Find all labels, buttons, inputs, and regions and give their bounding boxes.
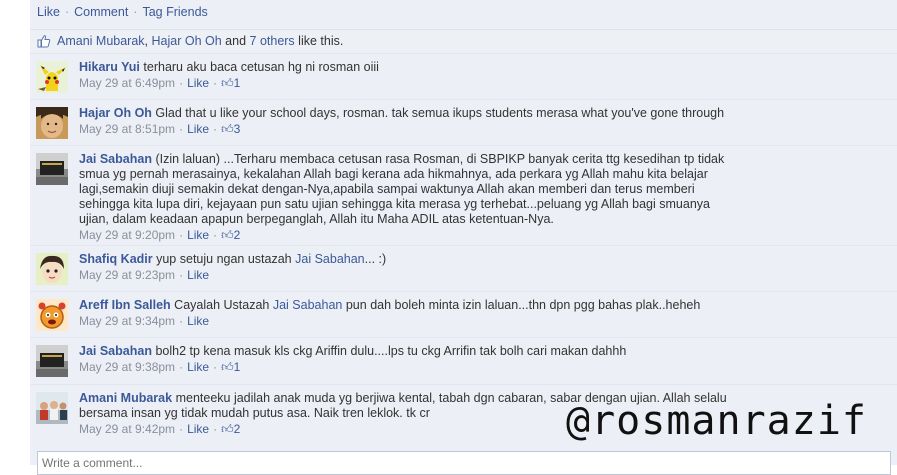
comment-like-count[interactable]: 👍︎1 (221, 360, 240, 374)
avatar[interactable] (36, 253, 68, 285)
comment-item: Jai Sabahan bolh2 tp kena masuk kls ckg … (30, 337, 897, 385)
comment-author[interactable]: Jai Sabahan (79, 344, 152, 358)
comment-author[interactable]: Hikaru Yui (79, 60, 140, 74)
comment-meta: May 29 at 9:38pm · Like · 👍︎1 (79, 360, 241, 374)
comment-like-link[interactable]: Like (187, 268, 209, 282)
comment-item: Shafiq Kadir yup setuju ngan ustazah Jai… (30, 245, 897, 292)
comment-item: Hikaru Yui terharu aku baca cetusan hg n… (30, 53, 897, 100)
comments-panel: Like · Comment · Tag Friends Amani Mubarak, … (30, 0, 897, 475)
avatar[interactable] (36, 61, 68, 93)
comment-item: Areff Ibn Salleh Cayalah Ustazah Jai Sab… (30, 291, 897, 338)
comment-timestamp: May 29 at 9:38pm (79, 360, 176, 374)
liker-link[interactable]: Amani Mubarak (57, 34, 145, 48)
avatar[interactable] (36, 107, 68, 139)
like-count: 2 (233, 422, 241, 436)
comment-text: ... :) (364, 252, 387, 266)
comment-like-link[interactable]: Like (187, 228, 209, 242)
like-count: 1 (233, 360, 241, 374)
like-count-icon: 👍︎ (221, 360, 234, 374)
like-count: 3 (233, 122, 241, 136)
like-link[interactable]: Like (37, 5, 60, 19)
comma: , (144, 34, 149, 48)
likes-summary: Amani Mubarak, Hajar Oh Oh and 7 others … (30, 29, 897, 54)
comment-author[interactable]: Amani Mubarak (79, 391, 172, 405)
like-count-icon: 👍︎ (221, 228, 234, 242)
comment-like-count[interactable]: 👍︎1 (221, 76, 240, 90)
comment-like-link[interactable]: Like (187, 360, 209, 374)
watermark: @rosmanrazif (566, 398, 867, 444)
comment-timestamp: May 29 at 9:20pm (79, 228, 176, 242)
tag-friends-link[interactable]: Tag Friends (142, 5, 207, 19)
comment-timestamp: May 29 at 8:51pm (79, 122, 176, 136)
comment-author[interactable]: Areff Ibn Salleh (79, 298, 171, 312)
comment-link[interactable]: Comment (74, 5, 128, 19)
others-link[interactable]: 7 others (250, 34, 295, 48)
comment-meta: May 29 at 9:23pm · Like (79, 268, 210, 282)
separator: · (133, 5, 138, 19)
comment-item: Hajar Oh Oh Glad that u like your school… (30, 99, 897, 146)
avatar[interactable] (36, 153, 68, 185)
comment-like-link[interactable]: Like (187, 422, 209, 436)
comment-timestamp: May 29 at 6:49pm (79, 76, 176, 90)
mention-link[interactable]: Jai Sabahan (295, 252, 365, 266)
like-count: 2 (233, 228, 241, 242)
like-count-icon: 👍︎ (221, 122, 234, 136)
comment-like-count[interactable]: 👍︎2 (221, 422, 240, 436)
comment-timestamp: May 29 at 9:34pm (79, 314, 176, 328)
post-actions: Like · Comment · Tag Friends (37, 5, 208, 19)
like-count: 1 (233, 76, 241, 90)
comment-text: yup setuju ngan ustazah (156, 252, 292, 266)
comment-timestamp: May 29 at 9:23pm (79, 268, 176, 282)
separator: · (64, 5, 70, 19)
like-count-icon: 👍︎ (221, 422, 234, 436)
thumbs-up-icon (37, 35, 51, 48)
comment-text: pun dah boleh minta izin laluan...thn dp… (345, 298, 701, 312)
and-text: and (225, 34, 247, 48)
comment-text: bolh2 tp kena masuk kls ckg Ariffin dulu… (155, 344, 627, 358)
comment-like-link[interactable]: Like (187, 76, 209, 90)
avatar[interactable] (36, 392, 68, 424)
write-comment-box[interactable] (37, 451, 891, 475)
likes-text: Amani Mubarak, Hajar Oh Oh and 7 others … (57, 34, 343, 48)
mention-link[interactable]: Jai Sabahan (273, 298, 343, 312)
comment-like-link[interactable]: Like (187, 314, 209, 328)
comment-text: terharu aku baca cetusan hg ni rosman oi… (143, 60, 379, 74)
avatar[interactable] (36, 345, 68, 377)
like-count-icon: 👍︎ (221, 76, 234, 90)
comment-like-link[interactable]: Like (187, 122, 209, 136)
comment-meta: May 29 at 9:20pm · Like · 👍︎2 (79, 228, 241, 242)
comment-item: Jai Sabahan (Izin laluan) ...Terharu mem… (30, 145, 897, 246)
comment-author[interactable]: Shafiq Kadir (79, 252, 153, 266)
comment-meta: May 29 at 6:49pm · Like · 👍︎1 (79, 76, 241, 90)
comment-like-count[interactable]: 👍︎2 (221, 228, 240, 242)
comment-meta: May 29 at 9:34pm · Like (79, 314, 210, 328)
comment-author[interactable]: Hajar Oh Oh (79, 106, 152, 120)
comment-author[interactable]: Jai Sabahan (79, 152, 152, 166)
comment-meta: May 29 at 8:51pm · Like · 👍︎3 (79, 122, 241, 136)
comment-text: (Izin laluan) ...Terharu membaca cetusan… (79, 152, 725, 226)
comment-text: Cayalah Ustazah (174, 298, 270, 312)
comment-text: Glad that u like your school days, rosma… (155, 106, 725, 120)
comment-like-count[interactable]: 👍︎3 (221, 122, 240, 136)
avatar[interactable] (36, 299, 68, 331)
like-suffix: like this. (298, 34, 344, 48)
write-comment-input[interactable] (38, 452, 886, 474)
liker-link[interactable]: Hajar Oh Oh (152, 34, 222, 48)
comment-timestamp: May 29 at 9:42pm (79, 422, 176, 436)
